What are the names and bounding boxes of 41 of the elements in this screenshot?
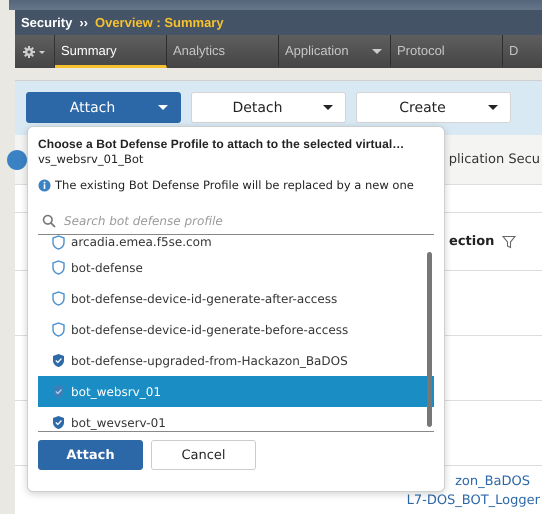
profile-list-item[interactable]: bot_wevserv-01 xyxy=(38,407,434,431)
profile-link[interactable]: L7-DOS_BOT_Logger xyxy=(406,493,540,508)
virtual-server-name: vs_websrv_01_Bot xyxy=(38,152,144,166)
dialog-title: Choose a Bot Defense Profile to attach to the selected virtual… xyxy=(38,137,406,151)
shield-check-icon xyxy=(52,353,65,368)
page-title: Overview : Summary xyxy=(94,15,224,30)
gear-icon xyxy=(22,44,48,58)
attach-button[interactable]: Attach xyxy=(38,440,143,470)
nav-tab[interactable]: Application xyxy=(279,35,391,68)
profile-link[interactable]: zon_BaDOS xyxy=(455,474,530,489)
shield-check-icon xyxy=(52,415,65,430)
toolbar-dropdown-button[interactable]: Detach xyxy=(191,92,346,123)
caret-icon xyxy=(323,104,333,110)
nav-tab[interactable]: Summary xyxy=(55,35,167,68)
search-icon xyxy=(42,214,56,228)
nav-tab[interactable]: Protocol xyxy=(391,35,503,68)
toolbar-dropdown-button[interactable]: Attach xyxy=(26,92,181,123)
shield-check-icon xyxy=(52,384,65,399)
cancel-button[interactable]: Cancel xyxy=(151,440,256,470)
profile-list-item[interactable]: bot-defense-device-id-generate-after-access xyxy=(38,283,434,314)
section-title: plication Secu xyxy=(448,152,540,167)
toolbar-dropdown-button[interactable]: Create xyxy=(356,92,511,123)
nav-tab[interactable]: Analytics xyxy=(167,35,279,68)
nav-tab[interactable]: D xyxy=(503,35,523,68)
caret-icon xyxy=(158,104,168,110)
shield-icon xyxy=(52,235,65,250)
filter-icon[interactable] xyxy=(502,234,516,248)
profile-list-item[interactable]: bot-defense xyxy=(38,252,434,283)
shield-icon xyxy=(52,260,65,275)
column-header[interactable]: ection xyxy=(449,234,494,249)
info-message: The existing Bot Defense Profile will be replaced by a new one xyxy=(55,178,414,192)
shield-icon xyxy=(52,291,65,306)
profile-list-item[interactable]: bot_websrv_01 xyxy=(38,376,434,407)
shield-icon xyxy=(52,322,65,337)
profile-list-item[interactable]: bot-defense-device-id-generate-before-access xyxy=(38,314,434,345)
breadcrumb-section[interactable]: Security xyxy=(21,15,72,30)
caret-icon xyxy=(372,49,382,55)
breadcrumb-separator: ›› xyxy=(79,15,88,30)
profile-list-item[interactable]: arcadia.emea.f5se.com xyxy=(38,235,434,252)
caret-icon xyxy=(488,104,498,110)
profile-list-item[interactable]: bot-defense-upgraded-from-Hackazon_BaDOS xyxy=(38,345,434,376)
